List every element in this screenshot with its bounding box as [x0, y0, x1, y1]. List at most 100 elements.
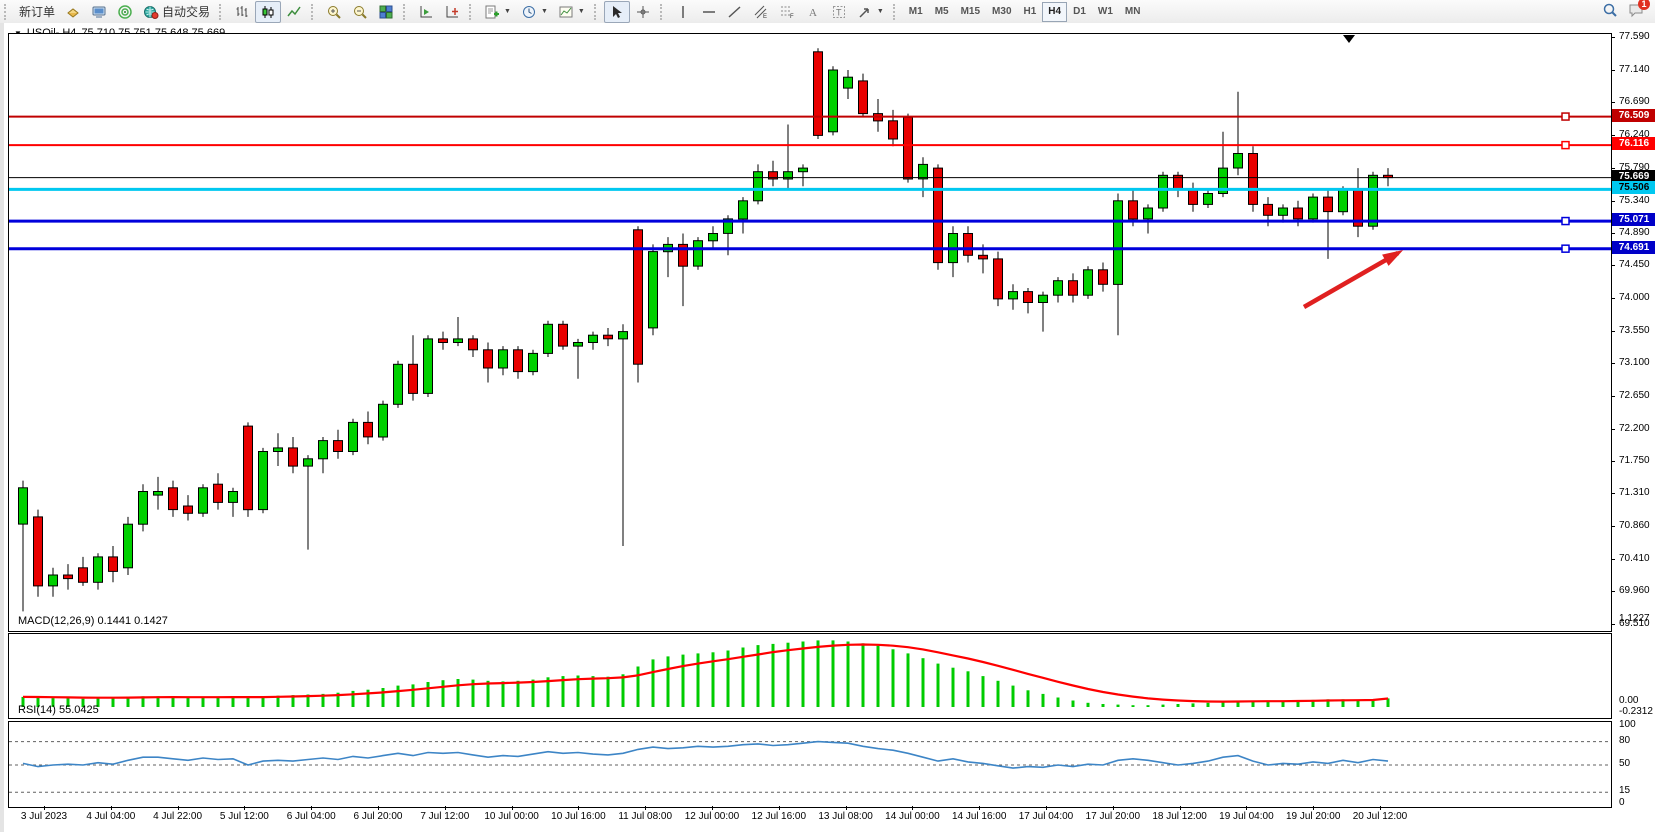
price-level-badge: 75.071	[1612, 213, 1655, 226]
time-tick	[178, 806, 179, 810]
time-tick	[846, 806, 847, 810]
price-chart-plot[interactable]	[8, 33, 1612, 632]
time-tick-label: 14 Jul 16:00	[952, 811, 1007, 822]
add-indicator-button[interactable]: ▼	[479, 1, 516, 23]
vertical-line-tool[interactable]	[670, 1, 696, 23]
time-tick	[378, 806, 379, 810]
equidistant-channel-tool[interactable]: E	[748, 1, 774, 23]
price-tick	[1611, 461, 1615, 462]
price-tick-label: 71.310	[1619, 487, 1650, 498]
time-tick	[445, 806, 446, 810]
text-label-tool[interactable]: T	[826, 1, 852, 23]
toolbar-grip[interactable]	[469, 4, 474, 20]
price-tick	[1611, 526, 1615, 527]
arrows-tool[interactable]: ▼	[852, 1, 889, 23]
mt4-terminal: 新订单 自动交易	[0, 0, 1655, 832]
templates-button[interactable]: ▼	[553, 1, 590, 23]
price-tick	[1611, 233, 1615, 234]
tab-m30[interactable]: M30	[986, 2, 1017, 22]
terminal-icon[interactable]	[86, 1, 112, 23]
macd-scale-bottom: -0.2312	[1619, 706, 1653, 717]
time-tick-label: 6 Jul 20:00	[354, 811, 403, 822]
price-tick	[1611, 363, 1615, 364]
time-tick	[512, 806, 513, 810]
sound-icon[interactable]	[112, 1, 138, 23]
line-chart-icon[interactable]	[281, 1, 307, 23]
cursor-tool[interactable]	[604, 1, 630, 23]
macd-indicator-plot[interactable]	[8, 633, 1612, 719]
rsi-scale-label: 0	[1619, 797, 1625, 808]
time-tick-label: 14 Jul 00:00	[885, 811, 940, 822]
price-tick-label: 69.510	[1619, 618, 1650, 629]
text-tool[interactable]: A	[800, 1, 826, 23]
time-tick-label: 13 Jul 08:00	[818, 811, 873, 822]
toolbar-grip[interactable]	[4, 4, 9, 20]
zoom-out-icon[interactable]	[347, 1, 373, 23]
time-tick	[578, 806, 579, 810]
price-tick	[1611, 396, 1615, 397]
time-tick-label: 5 Jul 12:00	[220, 811, 269, 822]
tab-m1[interactable]: M1	[903, 2, 929, 22]
zoom-in-icon[interactable]	[321, 1, 347, 23]
price-tick-label: 75.340	[1619, 195, 1650, 206]
horizontal-line-tool[interactable]	[696, 1, 722, 23]
price-tick	[1611, 102, 1615, 103]
price-tick-label: 77.590	[1619, 31, 1650, 42]
gold-icon[interactable]	[60, 1, 86, 23]
toolbar-grip[interactable]	[403, 4, 408, 20]
time-tick	[244, 806, 245, 810]
price-tick	[1611, 591, 1615, 592]
crosshair-tool[interactable]	[630, 1, 656, 23]
fibonacci-tool[interactable]: F	[774, 1, 800, 23]
notifications-icon[interactable]: 1	[1628, 2, 1645, 21]
chevron-down-icon: ▼	[877, 8, 884, 15]
periods-button[interactable]: ▼	[516, 1, 553, 23]
svg-text:F: F	[790, 14, 794, 20]
price-tick-label: 76.690	[1619, 96, 1650, 107]
chevron-down-icon: ▼	[504, 8, 511, 15]
time-tick	[779, 806, 780, 810]
time-axis[interactable]: 3 Jul 20234 Jul 04:004 Jul 22:005 Jul 12…	[8, 806, 1655, 832]
trendline-tool[interactable]	[722, 1, 748, 23]
svg-text:T: T	[836, 7, 842, 17]
tab-w1[interactable]: W1	[1092, 2, 1119, 22]
tab-m15[interactable]: M15	[955, 2, 986, 22]
tab-m5[interactable]: M5	[929, 2, 955, 22]
price-tick-label: 74.000	[1619, 292, 1650, 303]
bar-chart-icon[interactable]	[229, 1, 255, 23]
price-tick	[1611, 201, 1615, 202]
rsi-scale-label: 50	[1619, 758, 1630, 769]
toolbar-grip[interactable]	[219, 4, 224, 20]
autotrade-button[interactable]: 自动交易	[138, 1, 215, 23]
toolbar-grip[interactable]	[660, 4, 665, 20]
price-tick-label: 73.550	[1619, 325, 1650, 336]
tab-h4[interactable]: H4	[1042, 2, 1067, 22]
new-order-button[interactable]: 新订单	[14, 1, 60, 23]
toolbar-grip[interactable]	[893, 4, 898, 20]
price-level-badge: 75.506	[1612, 181, 1655, 194]
price-tick	[1611, 298, 1615, 299]
tab-d1[interactable]: D1	[1067, 2, 1092, 22]
tile-windows-icon[interactable]	[373, 1, 399, 23]
candlestick-chart-icon[interactable]	[255, 1, 281, 23]
time-tick	[1246, 806, 1247, 810]
macd-label: MACD(12,26,9) 0.1441 0.1427	[18, 615, 168, 627]
tab-h1[interactable]: H1	[1018, 2, 1043, 22]
search-icon[interactable]	[1602, 2, 1618, 21]
tab-mn[interactable]: MN	[1119, 2, 1147, 22]
price-tick-label: 74.450	[1619, 259, 1650, 270]
time-tick-label: 6 Jul 04:00	[287, 811, 336, 822]
toolbar-grip[interactable]	[311, 4, 316, 20]
time-tick-label: 4 Jul 04:00	[86, 811, 135, 822]
toolbar-grip[interactable]	[594, 4, 599, 20]
price-tick-label: 72.200	[1619, 423, 1650, 434]
time-tick	[979, 806, 980, 810]
time-tick-label: 10 Jul 16:00	[551, 811, 606, 822]
time-tick	[1113, 806, 1114, 810]
macd-scale-zero: 0.00	[1619, 695, 1638, 706]
rsi-indicator-plot[interactable]	[8, 721, 1612, 808]
auto-scroll-icon[interactable]	[413, 1, 439, 23]
time-tick	[1180, 806, 1181, 810]
price-tick	[1611, 37, 1615, 38]
chart-shift-icon[interactable]	[439, 1, 465, 23]
